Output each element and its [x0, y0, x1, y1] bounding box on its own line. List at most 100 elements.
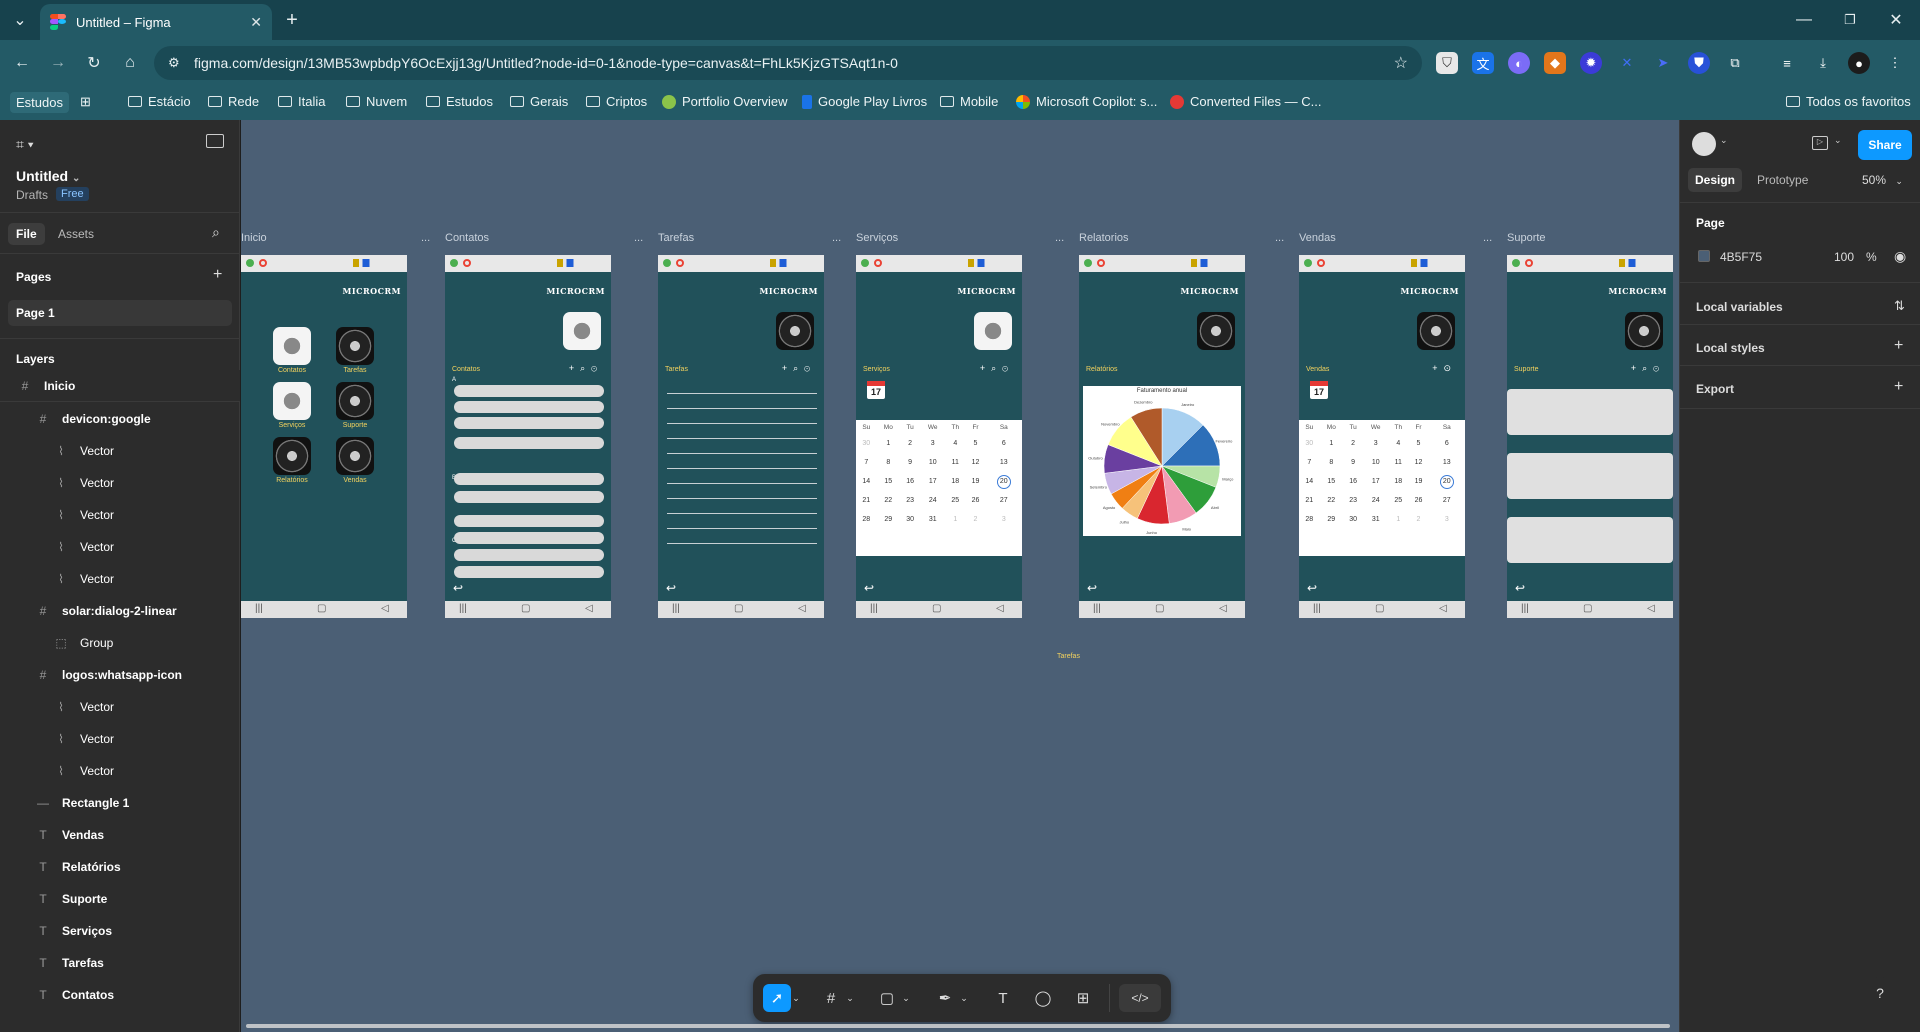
menu-label[interactable]: Suporte — [330, 422, 380, 429]
support-ticket-card[interactable] — [1507, 389, 1673, 435]
contact-row[interactable] — [454, 491, 604, 503]
layer-row[interactable]: ⌇ Vector — [0, 531, 240, 563]
frame-label[interactable]: Suporte — [1507, 232, 1546, 244]
back-arrow-icon[interactable]: ↩ — [1307, 581, 1317, 595]
bookmark-estudos-profile[interactable]: Estudos — [10, 92, 69, 113]
calendar-day[interactable]: 30 — [856, 434, 877, 453]
frame-menu-icon[interactable]: ... — [421, 232, 430, 244]
contact-row[interactable] — [454, 473, 604, 485]
profile-avatar[interactable]: ● — [1848, 52, 1870, 74]
calendar-day[interactable]: 30 — [1343, 510, 1363, 529]
frame-label[interactable]: Inicio — [241, 232, 267, 244]
layer-row[interactable]: T Vendas — [0, 819, 240, 851]
layer-row[interactable]: ⌇ Vector — [0, 435, 240, 467]
frame-menu-icon[interactable]: ... — [1055, 232, 1064, 244]
bookmark-folder[interactable]: Nuvem — [346, 94, 407, 109]
reading-list-icon[interactable]: ≡ — [1776, 52, 1798, 74]
calendar-day[interactable]: 27 — [986, 491, 1022, 510]
bookmark-folder[interactable]: Criptos — [586, 94, 647, 109]
file-name[interactable]: Untitled ⌄ — [16, 168, 80, 184]
extension-bird-icon[interactable]: ✕ — [1616, 52, 1638, 74]
extension-gear-icon[interactable]: ✹ — [1580, 52, 1602, 74]
menu-label[interactable]: Tarefas — [330, 367, 380, 374]
rectangle-tool-icon[interactable]: ▢ — [873, 984, 901, 1012]
calendar-day[interactable]: 10 — [1363, 453, 1388, 472]
back-icon[interactable]: ← — [8, 49, 36, 77]
download-icon[interactable]: ⤓ — [1812, 52, 1834, 74]
figma-menu-icon[interactable]: ⌗ ▾ — [16, 136, 34, 153]
tab-file[interactable]: File — [8, 223, 45, 245]
back-arrow-icon[interactable]: ↩ — [1087, 581, 1097, 595]
calendar-day[interactable]: 8 — [1320, 453, 1343, 472]
bookmark-star-icon[interactable]: ☆ — [1394, 53, 1408, 73]
menu-label[interactable]: Vendas — [330, 477, 380, 484]
toolbar-icons[interactable]: +⌕⊙ — [569, 363, 603, 374]
url-field[interactable]: ⚙ figma.com/design/13MB53wpbdpY6OcExjj13… — [154, 46, 1422, 80]
layer-row[interactable]: T Relatórios — [0, 851, 240, 883]
user-avatar[interactable] — [1692, 132, 1716, 156]
tab-design[interactable]: Design — [1688, 168, 1743, 192]
calendar-day[interactable]: 16 — [900, 472, 920, 491]
layer-row[interactable]: ⬚ Group — [0, 627, 240, 659]
bookmark-folder[interactable]: Estudos — [426, 94, 493, 109]
frame-menu-icon[interactable]: ... — [1483, 232, 1492, 244]
menu-logo-serviços[interactable] — [273, 382, 311, 420]
add-style-icon[interactable]: + — [1894, 337, 1903, 355]
calendar-day[interactable]: 8 — [877, 453, 900, 472]
menu-logo-contatos[interactable] — [273, 327, 311, 365]
calendar-day[interactable]: 29 — [1320, 510, 1343, 529]
section-logo[interactable] — [974, 312, 1012, 350]
calendar-day[interactable]: 19 — [965, 472, 985, 491]
task-line[interactable] — [667, 528, 817, 529]
layer-row[interactable]: # logos:whatsapp-icon — [0, 659, 240, 691]
calendar-grid[interactable]: Su Mo Tu We Th Fr Sa 30 1 2 3 4 5 6 7 8 9 10 11 12 13 14 15 16 1… — [1299, 420, 1465, 556]
calendar-day[interactable]: 9 — [1343, 453, 1363, 472]
move-tool-icon[interactable]: ➚ — [763, 984, 791, 1012]
layer-row[interactable]: T Serviços — [0, 915, 240, 947]
calendar-day[interactable]: 1 — [1320, 434, 1343, 453]
contact-row[interactable] — [454, 385, 604, 397]
calendar-day[interactable]: 26 — [965, 491, 985, 510]
calendar-day[interactable]: 30 — [900, 510, 920, 529]
calendar-day[interactable]: 28 — [856, 510, 877, 529]
calendar-day[interactable]: 24 — [920, 491, 945, 510]
calendar-day[interactable]: 5 — [965, 434, 985, 453]
zoom-control[interactable]: 50% ⌄ — [1862, 173, 1903, 187]
menu-logo-vendas[interactable] — [336, 437, 374, 475]
calendar-day[interactable]: 18 — [945, 472, 965, 491]
section-logo[interactable] — [563, 312, 601, 350]
close-window-icon[interactable]: ✕ — [1882, 6, 1910, 34]
support-ticket-card[interactable] — [1507, 517, 1673, 563]
task-line[interactable] — [667, 468, 817, 469]
contact-row[interactable] — [454, 437, 604, 449]
menu-logo-tarefas[interactable] — [336, 327, 374, 365]
calendar-day[interactable]: 24 — [1363, 491, 1388, 510]
task-line[interactable] — [667, 423, 817, 424]
section-logo[interactable] — [1417, 312, 1455, 350]
calendar-day[interactable]: 15 — [1320, 472, 1343, 491]
restore-icon[interactable]: ❐ — [1836, 6, 1864, 34]
frame-tool-chevron-icon[interactable]: ⌄ — [843, 984, 857, 1012]
calendar-day[interactable]: 26 — [1408, 491, 1428, 510]
bookmark-folder[interactable]: Mobile — [940, 94, 998, 109]
task-line[interactable] — [667, 393, 817, 394]
new-tab-icon[interactable]: + — [278, 6, 306, 34]
canvas-horizontal-scrollbar[interactable] — [246, 1024, 1670, 1028]
avatar-chevron-icon[interactable]: ⌄ — [1720, 135, 1728, 146]
calendar-day[interactable]: 25 — [945, 491, 965, 510]
calendar-day[interactable]: 1 — [945, 510, 965, 529]
calendar-day[interactable]: 3 — [1363, 434, 1388, 453]
task-line[interactable] — [667, 408, 817, 409]
present-chevron-icon[interactable]: ⌄ — [1834, 135, 1842, 146]
home-icon[interactable]: ⌂ — [116, 49, 144, 77]
pen-tool-icon[interactable]: ✒ — [931, 984, 959, 1012]
frame-label[interactable]: Serviços — [856, 232, 898, 244]
task-line[interactable] — [667, 513, 817, 514]
calendar-day[interactable]: 25 — [1388, 491, 1408, 510]
calendar-grid[interactable]: Su Mo Tu We Th Fr Sa 30 1 2 3 4 5 6 7 8 9 10 11 12 13 14 15 16 1… — [856, 420, 1022, 556]
extension-metamask-icon[interactable]: ◆ — [1544, 52, 1566, 74]
extension-copilot-icon[interactable]: ◐ — [1508, 52, 1530, 74]
calendar-day[interactable]: 30 — [1299, 434, 1320, 453]
frame-menu-icon[interactable]: ... — [1275, 232, 1284, 244]
contact-row[interactable] — [454, 532, 604, 544]
